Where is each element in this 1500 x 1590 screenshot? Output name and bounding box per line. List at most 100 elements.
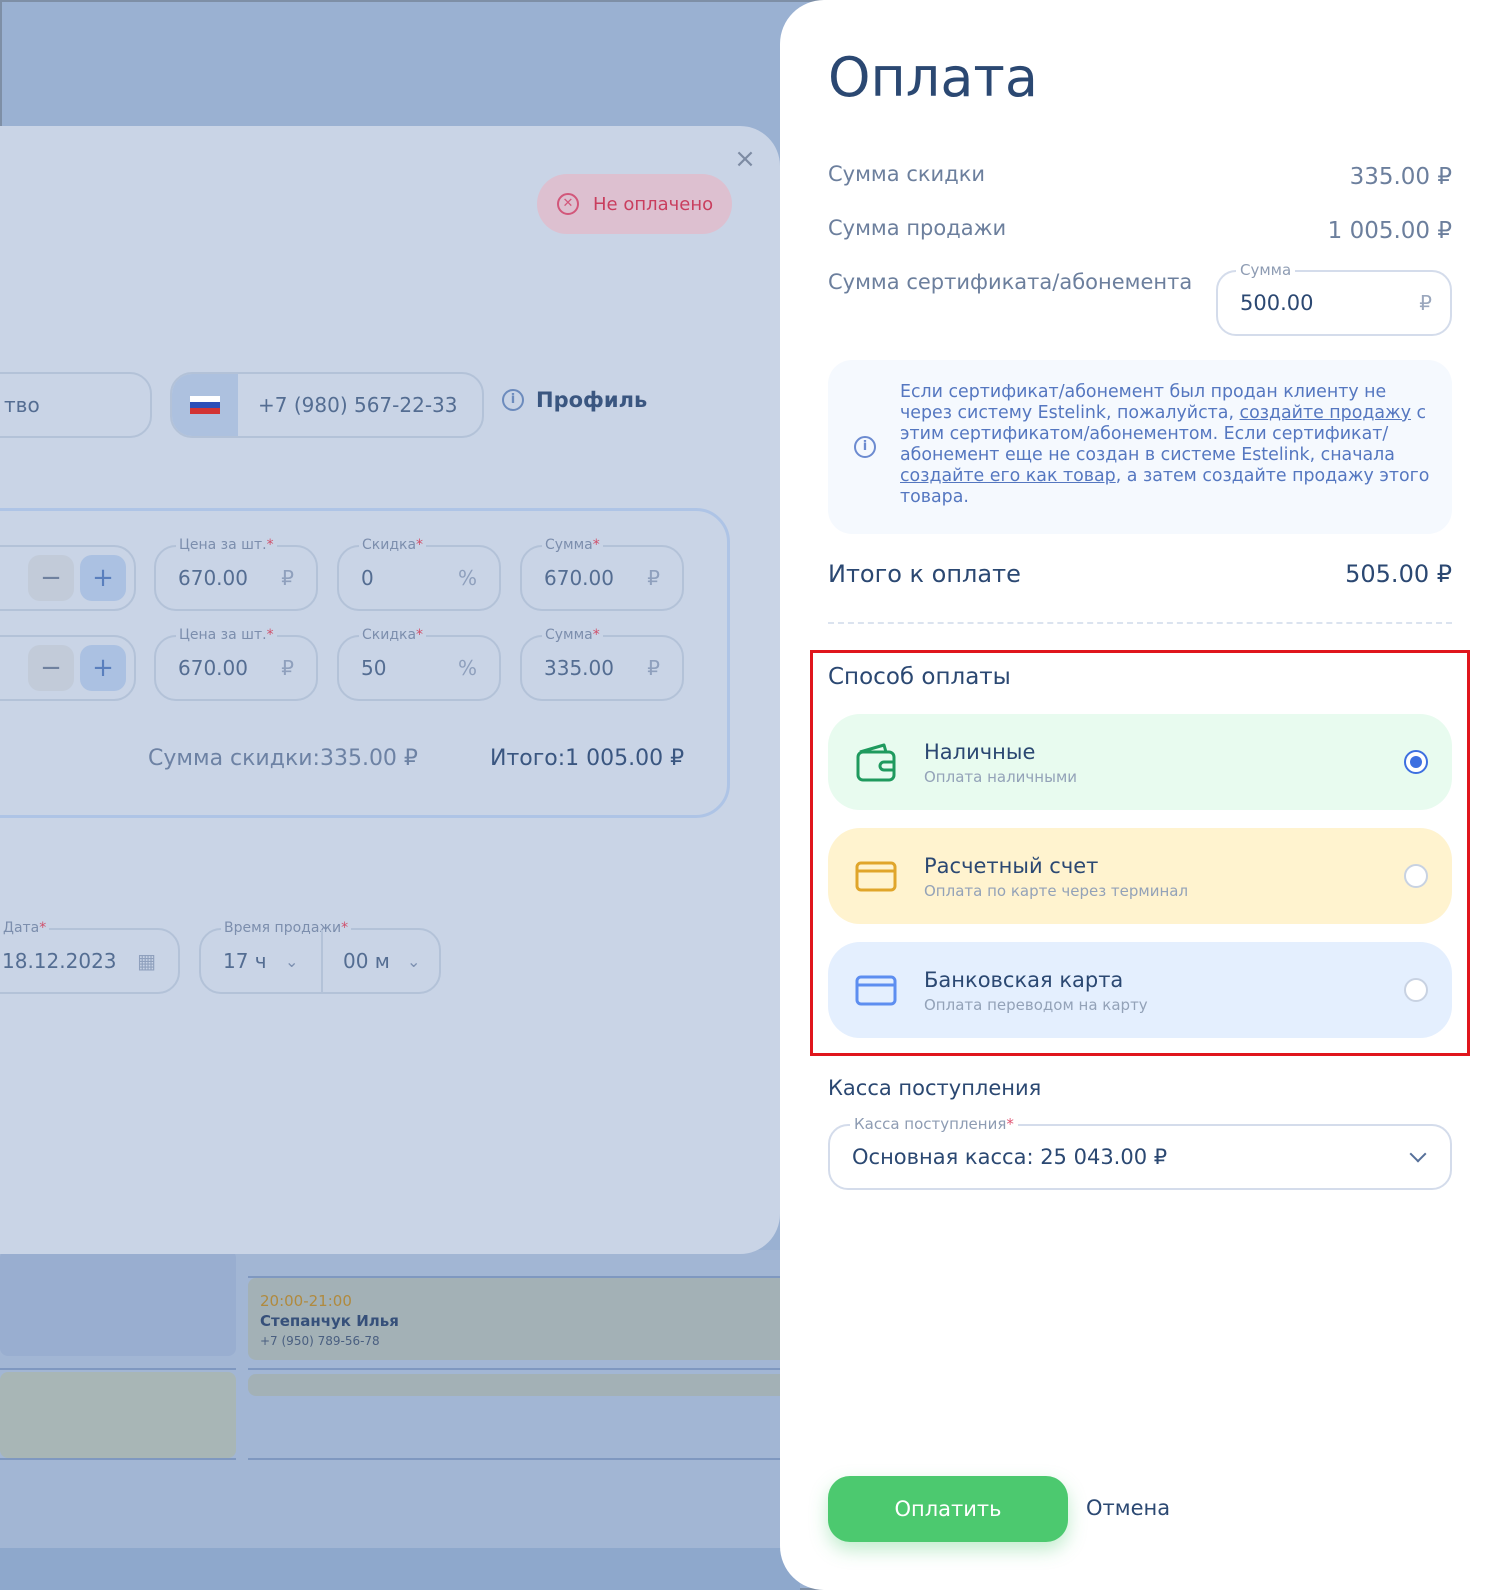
sum-field[interactable]: Сумма* 335.00 ₽	[520, 627, 684, 701]
sale-total-value: 1 005.00 ₽	[565, 746, 685, 771]
wallet-icon	[856, 743, 896, 782]
sum-value: 670.00	[544, 566, 614, 590]
currency-unit: ₽	[647, 566, 660, 590]
time-label: Время продажи	[224, 920, 342, 936]
sum-field[interactable]: Сумма* 670.00 ₽	[520, 537, 684, 611]
sale-sum-value: 1 005.00 ₽	[1327, 218, 1452, 244]
discount-label: Скидка	[362, 627, 417, 643]
create-product-link[interactable]: создайте его как товар	[900, 466, 1116, 486]
close-circle-icon: ✕	[557, 193, 579, 215]
minute-select[interactable]: 00 м	[343, 949, 390, 973]
card-icon	[855, 975, 897, 1006]
currency-unit: ₽	[1419, 291, 1432, 315]
profile-link[interactable]: i Профиль	[502, 388, 647, 412]
payment-method-description: Оплата по карте через терминал	[924, 882, 1189, 900]
cash-register-title: Касса поступления	[828, 1076, 1042, 1100]
currency-unit: ₽	[281, 656, 294, 680]
increment-button[interactable]: +	[80, 645, 126, 691]
sale-sum-label: Сумма продажи	[828, 216, 1007, 240]
decrement-button[interactable]: −	[28, 555, 74, 601]
russia-flag-icon	[190, 396, 220, 414]
payment-method-name: Наличные	[924, 740, 1036, 764]
quantity-stepper[interactable]: − +	[0, 545, 126, 609]
discount-field[interactable]: Скидка* 50 %	[337, 627, 501, 701]
calendar-cell	[0, 1250, 236, 1356]
status-badge-label: Не оплачено	[593, 193, 714, 215]
quantity-stepper[interactable]: − +	[0, 635, 126, 699]
create-sale-link[interactable]: создайте продажу	[1240, 403, 1411, 423]
calendar-grid	[0, 1250, 793, 1550]
price-field[interactable]: Цена за шт.* 670.00 ₽	[154, 627, 318, 701]
discount-total-label: Сумма скидки:	[148, 746, 320, 771]
cash-register-legend: Касса поступления	[854, 1115, 1007, 1133]
percent-unit: %	[457, 566, 477, 590]
grid-line	[248, 1458, 793, 1460]
phone-field[interactable]: +7 (980) 567-22-33	[170, 372, 484, 438]
info-notice: i Если сертификат/абонемент был продан к…	[828, 360, 1452, 534]
payment-method-cash[interactable]: Наличные Оплата наличными	[828, 714, 1452, 810]
payment-method-name: Банковская карта	[924, 968, 1124, 992]
discount-sum-value: 335.00 ₽	[1349, 164, 1452, 190]
price-label: Цена за шт.	[179, 537, 267, 553]
chevron-down-icon	[1409, 1145, 1427, 1163]
radio-button[interactable]	[1404, 750, 1428, 774]
grid-line	[248, 1368, 793, 1370]
chevron-down-icon: ⌄	[285, 951, 299, 971]
currency-unit: ₽	[647, 656, 660, 680]
decrement-button[interactable]: −	[28, 645, 74, 691]
hour-select[interactable]: 17 ч	[223, 949, 267, 973]
sale-time-field[interactable]: Время продажи* 17 ч ⌄ 00 м ⌄	[199, 920, 441, 994]
phone-value: +7 (980) 567-22-33	[258, 393, 458, 417]
radio-button[interactable]	[1404, 864, 1428, 888]
payment-method-account[interactable]: Расчетный счет Оплата по карте через тер…	[828, 828, 1452, 924]
sale-total: Итого:1 005.00 ₽	[490, 746, 684, 771]
info-text: Если сертификат/абонемент был продан кли…	[900, 382, 1430, 508]
date-field[interactable]: Дата* 18.12.2023 ▦	[0, 920, 180, 994]
price-label: Цена за шт.	[179, 627, 267, 643]
discount-total: Сумма скидки:335.00 ₽	[148, 746, 418, 771]
sum-label: Сумма	[545, 537, 593, 553]
close-icon[interactable]: ×	[734, 146, 756, 172]
divider	[828, 622, 1452, 624]
page-title: Оплата	[828, 46, 1038, 109]
price-value: 670.00	[178, 656, 248, 680]
pay-button[interactable]: Оплатить	[828, 1476, 1068, 1542]
country-selector[interactable]	[172, 374, 238, 436]
client-name-field[interactable]: тво	[0, 372, 152, 438]
event-client-phone: +7 (950) 789-56-78	[260, 1334, 380, 1348]
currency-unit: ₽	[281, 566, 294, 590]
chevron-down-icon: ⌄	[407, 951, 421, 971]
payment-method-bank-card[interactable]: Банковская карта Оплата переводом на кар…	[828, 942, 1452, 1038]
grid-line	[248, 1276, 793, 1278]
price-field[interactable]: Цена за шт.* 670.00 ₽	[154, 537, 318, 611]
status-badge: ✕ Не оплачено	[537, 174, 732, 234]
radio-button[interactable]	[1404, 978, 1428, 1002]
discount-field[interactable]: Скидка* 0 %	[337, 537, 501, 611]
total-to-pay-value: 505.00 ₽	[1345, 560, 1452, 588]
divider	[321, 930, 323, 992]
increment-button[interactable]: +	[80, 555, 126, 601]
percent-unit: %	[457, 656, 477, 680]
calendar-icon[interactable]: ▦	[137, 949, 156, 973]
cash-register-select[interactable]: Касса поступления* Основная касса: 25 04…	[828, 1115, 1452, 1190]
date-label: Дата	[3, 920, 40, 936]
profile-link-label: Профиль	[536, 388, 648, 412]
grid-line	[0, 1368, 236, 1370]
cancel-button[interactable]: Отмена	[1086, 1496, 1170, 1520]
payment-method-description: Оплата наличными	[924, 768, 1078, 786]
payment-method-name: Расчетный счет	[924, 854, 1099, 878]
discount-value: 50	[361, 656, 387, 680]
cash-register-value: Основная касса: 25 043.00 ₽	[852, 1145, 1168, 1169]
sum-label: Сумма	[545, 627, 593, 643]
price-value: 670.00	[178, 566, 248, 590]
certificate-sum-field[interactable]: Сумма 500.00 ₽	[1216, 261, 1452, 336]
calendar-event[interactable]	[0, 1372, 236, 1458]
certificate-sum-label: Сумма сертификата/абонемента	[828, 270, 1193, 294]
discount-label: Скидка	[362, 537, 417, 553]
sum-value: 335.00	[544, 656, 614, 680]
bottom-bar	[0, 1548, 800, 1590]
calendar-event[interactable]	[248, 1374, 793, 1396]
sale-total-label: Итого:	[490, 746, 566, 771]
client-name-value: тво	[4, 393, 40, 417]
certificate-field-legend: Сумма	[1236, 261, 1296, 279]
